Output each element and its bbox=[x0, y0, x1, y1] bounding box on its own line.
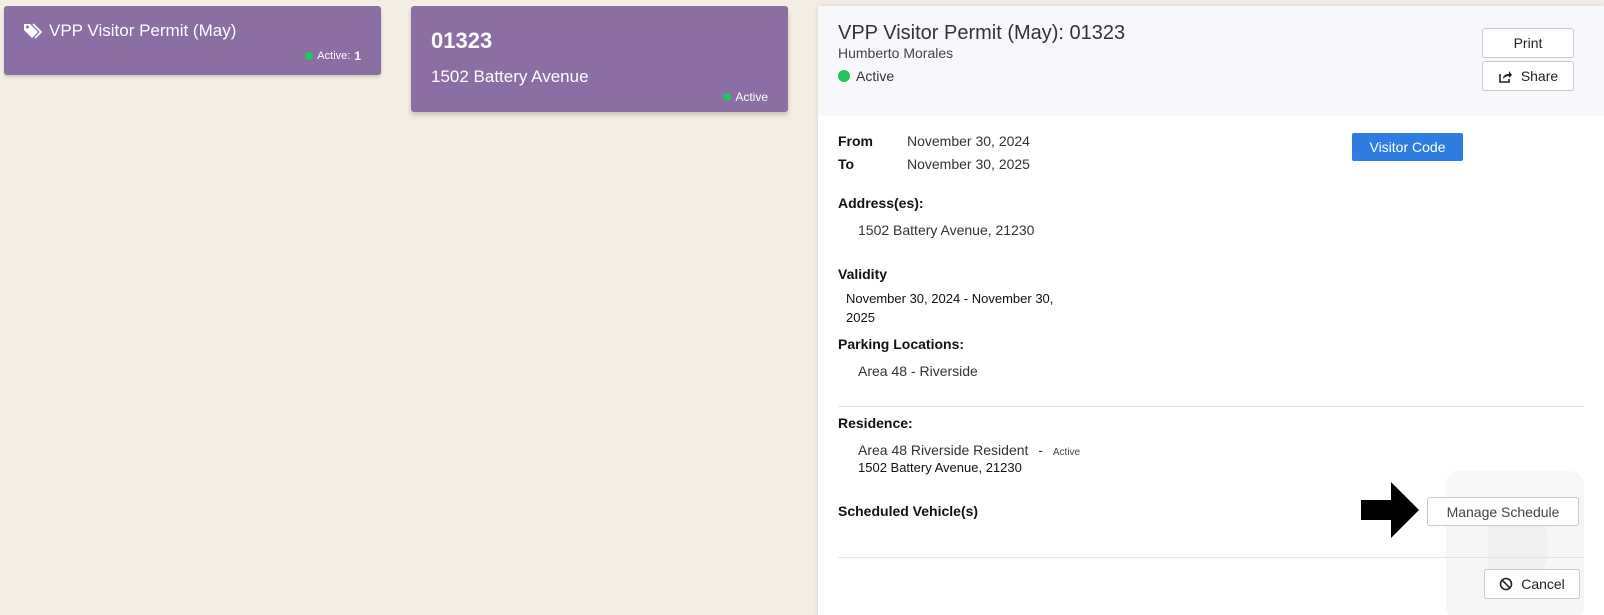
active-count-value: 1 bbox=[354, 49, 361, 63]
cancel-button[interactable]: Cancel bbox=[1484, 569, 1580, 599]
addresses-label: Address(es): bbox=[838, 195, 924, 211]
ban-icon bbox=[1499, 577, 1513, 591]
arrow-right-icon bbox=[1361, 482, 1419, 538]
share-button[interactable]: Share bbox=[1482, 61, 1574, 91]
validity-line-1: November 30, 2024 - November 30, bbox=[846, 291, 1054, 306]
divider bbox=[838, 406, 1584, 407]
permit-type-card[interactable]: VPP Visitor Permit (May) Active: 1 bbox=[4, 6, 381, 75]
permit-status: Active bbox=[723, 90, 768, 104]
from-value: November 30, 2024 bbox=[907, 133, 1030, 149]
status-dot-icon bbox=[305, 52, 314, 60]
panel-status: Active bbox=[838, 68, 894, 84]
to-value: November 30, 2025 bbox=[907, 156, 1030, 172]
status-dot-icon bbox=[838, 70, 850, 82]
permit-type-title: VPP Visitor Permit (May) bbox=[49, 21, 237, 40]
tags-icon bbox=[24, 23, 43, 39]
panel-header: VPP Visitor Permit (May): 01323 Humberto… bbox=[818, 6, 1604, 116]
parking-locations-label: Parking Locations: bbox=[838, 336, 965, 352]
address-value: 1502 Battery Avenue, 21230 bbox=[858, 222, 1035, 238]
permit-number: 01323 bbox=[431, 28, 493, 53]
scheduled-vehicles-label: Scheduled Vehicle(s) bbox=[838, 503, 979, 519]
validity-line-2: 2025 bbox=[846, 310, 875, 325]
active-count-label: Active: bbox=[317, 50, 351, 62]
cancel-button-label: Cancel bbox=[1521, 576, 1565, 592]
permit-address: 1502 Battery Avenue bbox=[431, 67, 589, 86]
active-count: Active: 1 bbox=[305, 49, 361, 63]
panel-title: VPP Visitor Permit (May): 01323 bbox=[838, 22, 1126, 44]
permit-card[interactable]: 01323 1502 Battery Avenue Active bbox=[411, 6, 788, 112]
to-label: To bbox=[838, 156, 855, 172]
panel-status-label: Active bbox=[856, 68, 895, 84]
share-button-label: Share bbox=[1520, 68, 1559, 84]
share-icon bbox=[1499, 70, 1512, 83]
residence-label: Residence: bbox=[838, 415, 913, 431]
residence-address: 1502 Battery Avenue, 21230 bbox=[858, 460, 1022, 475]
permit-owner: Humberto Morales bbox=[838, 45, 954, 61]
visitor-code-button[interactable]: Visitor Code bbox=[1352, 133, 1463, 161]
residence-separator: - bbox=[1038, 442, 1043, 458]
permit-detail-panel: VPP Visitor Permit (May): 01323 Humberto… bbox=[818, 6, 1604, 615]
parking-location-value: Area 48 - Riverside bbox=[858, 363, 978, 379]
residence-status: Active bbox=[1052, 447, 1081, 458]
manage-schedule-label: Manage Schedule bbox=[1446, 503, 1560, 520]
permit-type-title-row: VPP Visitor Permit (May) bbox=[23, 21, 236, 41]
residence-row: Area 48 Riverside Resident - Active bbox=[858, 442, 1080, 458]
print-button[interactable]: Print bbox=[1482, 28, 1574, 58]
residence-name: Area 48 Riverside Resident bbox=[858, 442, 1029, 458]
validity-label: Validity bbox=[838, 266, 888, 282]
manage-schedule-button[interactable]: Manage Schedule bbox=[1427, 497, 1579, 526]
permit-status-label: Active bbox=[735, 90, 768, 104]
status-dot-icon bbox=[723, 93, 732, 101]
from-label: From bbox=[838, 133, 873, 149]
print-button-label: Print bbox=[1513, 35, 1543, 51]
divider bbox=[838, 557, 1584, 558]
